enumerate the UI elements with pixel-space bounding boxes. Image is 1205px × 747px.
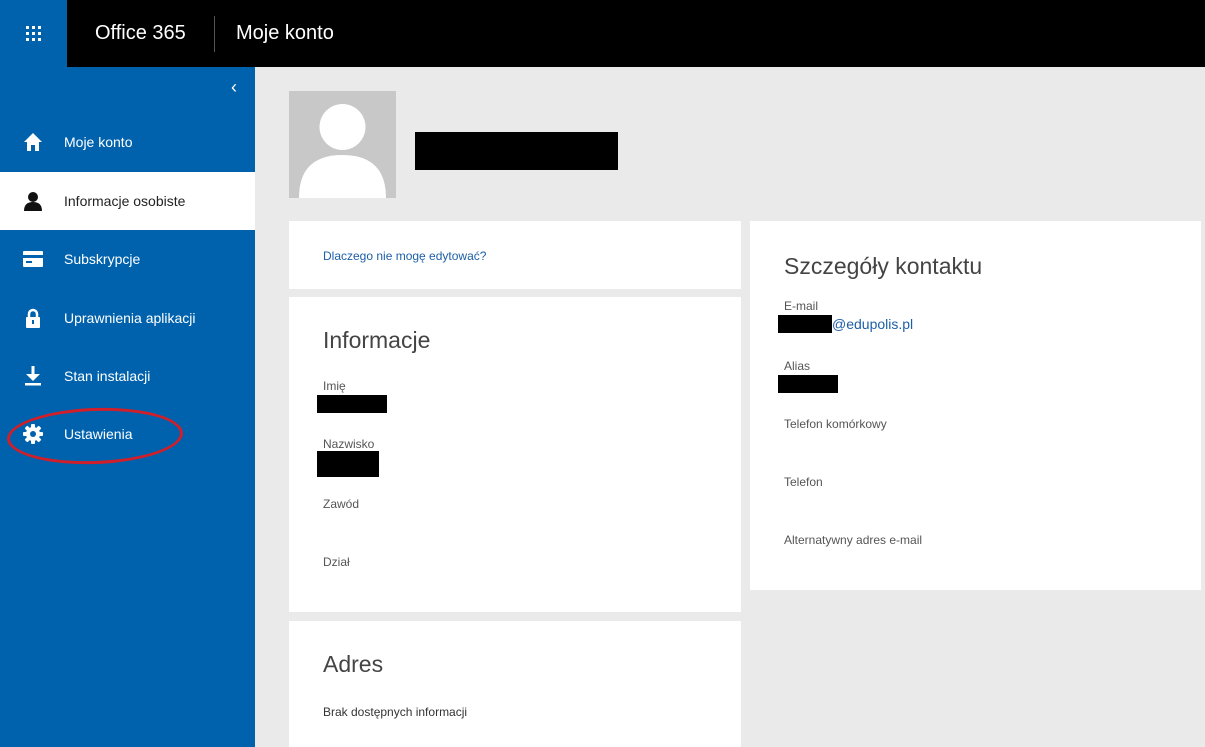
info-card-title: Informacje (323, 327, 431, 353)
alias-label: Alias (784, 359, 811, 373)
app-launcher-button[interactable] (0, 0, 67, 67)
person-icon (18, 190, 48, 212)
address-card-title: Adres (323, 651, 384, 677)
last-name-label: Nazwisko (323, 437, 375, 451)
sidebar-item-label: Stan instalacji (64, 368, 151, 384)
contact-card-title: Szczegóły kontaktu (784, 253, 983, 279)
sidebar-item-uprawnienia-aplikacji[interactable]: Uprawnienia aplikacji (0, 289, 255, 347)
address-card: Adres Brak dostępnych informacji (289, 621, 741, 747)
redacted-email-user (778, 315, 832, 333)
email-domain: @edupolis.pl (832, 316, 914, 332)
sidebar-item-label: Subskrypcje (64, 251, 141, 267)
redacted-last-name (317, 451, 379, 477)
sidebar-item-subskrypcje[interactable]: Subskrypcje (0, 230, 255, 288)
brand-separator (214, 16, 215, 52)
alternate-email-label: Alternatywny adres e-mail (784, 533, 923, 547)
phone-label: Telefon (784, 475, 823, 489)
sidebar-item-informacje-osobiste[interactable]: Informacje osobiste (0, 172, 255, 230)
download-icon (18, 365, 48, 387)
redacted-display-name (415, 132, 618, 170)
redacted-alias (778, 375, 838, 393)
top-bar: Office 365 Moje konto (0, 0, 1205, 67)
mobile-phone-label: Telefon komórkowy (784, 417, 887, 431)
edit-info-card: Dlaczego nie mogę edytować? (289, 221, 741, 289)
card-icon (18, 248, 48, 270)
sidebar-item-label: Moje konto (64, 134, 133, 150)
person-placeholder-icon (299, 104, 386, 198)
first-name-label: Imię (323, 379, 346, 393)
email-label: E-mail (784, 299, 819, 313)
no-info-text: Brak dostępnych informacji (323, 705, 468, 719)
why-cant-edit-link[interactable]: Dlaczego nie mogę edytować? (323, 249, 486, 263)
info-card: Informacje Imię Nazwisko Zawód Dział (289, 297, 741, 612)
sidebar-item-moje-konto[interactable]: Moje konto (0, 113, 255, 171)
home-icon (18, 131, 48, 153)
job-title-label: Zawód (323, 497, 360, 511)
brand-link[interactable]: Office 365 (95, 0, 186, 67)
chevron-left-icon[interactable]: ‹ (231, 77, 237, 98)
sidebar: ‹ Moje konto Informacje osobiste Subskry… (0, 67, 255, 747)
sidebar-item-stan-instalacji[interactable]: Stan instalacji (0, 347, 255, 405)
main-content: Dlaczego nie mogę edytować? Informacje I… (255, 67, 1205, 747)
gear-icon (18, 423, 48, 445)
contact-card: Szczegóły kontaktu E-mail @edupolis.pl A… (750, 221, 1201, 590)
sidebar-item-label: Informacje osobiste (64, 193, 186, 209)
app-title: Moje konto (236, 22, 334, 44)
sidebar-item-label: Ustawienia (64, 426, 133, 442)
department-label: Dział (323, 555, 350, 569)
app-launcher-icon (26, 26, 41, 41)
sidebar-item-ustawienia[interactable]: Ustawienia (0, 405, 255, 463)
sidebar-item-label: Uprawnienia aplikacji (64, 310, 196, 326)
redacted-first-name (317, 395, 387, 413)
lock-icon (18, 307, 48, 329)
profile-photo[interactable] (289, 91, 396, 198)
